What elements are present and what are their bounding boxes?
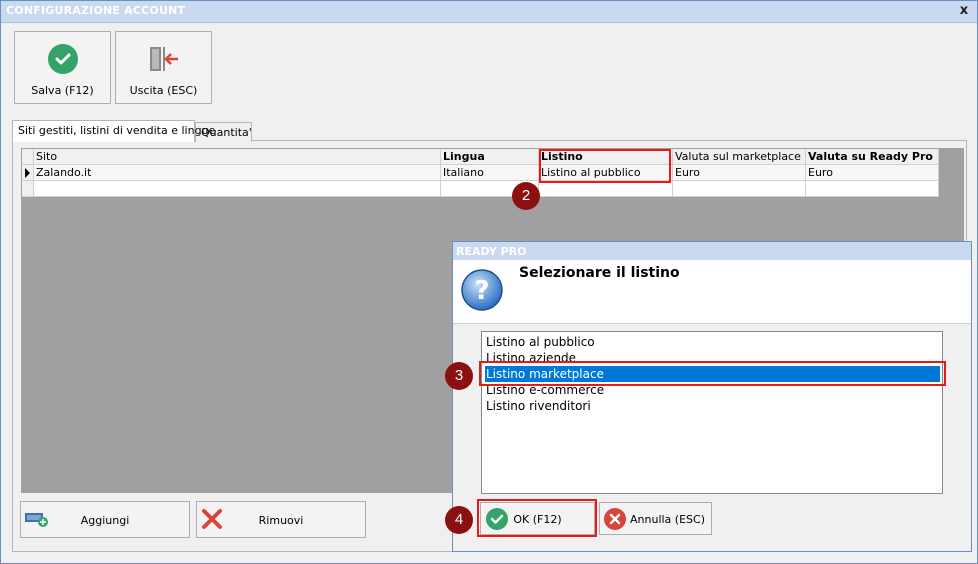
exit-button-label: Uscita (ESC)	[129, 84, 198, 97]
close-icon[interactable]: x	[955, 3, 973, 19]
svg-text:?: ?	[474, 276, 489, 306]
cancel-x-icon	[604, 508, 626, 530]
list-item[interactable]: Listino rivenditori	[485, 398, 940, 414]
exit-button[interactable]: Uscita (ESC)	[115, 31, 212, 104]
highlight-listino-column	[539, 149, 671, 183]
add-button[interactable]: Aggiungi	[20, 501, 190, 538]
list-item[interactable]: Listino al pubblico	[485, 334, 940, 350]
cell-valuta-marketplace[interactable]: Euro	[673, 165, 806, 181]
remove-button-label: Rimuovi	[258, 514, 304, 527]
sites-grid: Sito Lingua Listino Valuta sul marketpla…	[21, 148, 940, 198]
new-cell-valuta-ready-pro[interactable]	[806, 181, 939, 197]
column-header-sito[interactable]: Sito	[34, 149, 441, 165]
row-selector-arrow-icon[interactable]	[22, 165, 34, 181]
tab-siti-gestiti[interactable]: Siti gestiti, listini di vendita e lingu…	[12, 120, 215, 142]
highlight-selected-option	[479, 361, 946, 386]
grid-header-row: Sito Lingua Listino Valuta sul marketpla…	[22, 149, 939, 165]
cell-sito[interactable]: Zalando.it	[34, 165, 441, 181]
cancel-button-label: Annulla (ESC)	[630, 513, 705, 526]
dialog-prompt: Selezionare il listino	[519, 265, 680, 281]
column-header-valuta-marketplace[interactable]: Valuta sul marketplace	[673, 149, 806, 165]
exit-door-icon	[148, 44, 180, 74]
listino-listbox[interactable]: Listino al pubblico Listino aziende List…	[481, 331, 943, 494]
add-button-label: Aggiungi	[80, 514, 130, 527]
cell-lingua[interactable]: Italiano	[441, 165, 539, 181]
question-icon: ?	[460, 268, 504, 312]
window-title: CONFIGURAZIONE ACCOUNT	[6, 4, 186, 17]
dialog-title-bar	[453, 242, 971, 260]
new-row[interactable]	[22, 181, 939, 197]
highlight-ok-button	[477, 499, 597, 537]
checkmark-icon	[48, 44, 78, 74]
row-header-corner	[22, 149, 34, 165]
table-row[interactable]: Zalando.it Italiano Listino al pubblico …	[22, 165, 939, 181]
column-header-valuta-ready-pro[interactable]: Valuta su Ready Pro	[806, 149, 939, 165]
column-header-lingua[interactable]: Lingua	[441, 149, 539, 165]
cell-valuta-ready-pro[interactable]: Euro	[806, 165, 939, 181]
step-badge-4: 4	[445, 506, 473, 534]
save-button-label: Salva (F12)	[31, 84, 94, 97]
cancel-button[interactable]: Annulla (ESC)	[599, 502, 712, 535]
new-cell-valuta-marketplace[interactable]	[673, 181, 806, 197]
remove-button[interactable]: Rimuovi	[196, 501, 366, 538]
step-badge-2: 2	[512, 182, 540, 210]
dialog-title: READY PRO	[456, 245, 527, 258]
new-row-selector[interactable]	[22, 181, 34, 197]
new-cell-listino[interactable]	[539, 181, 673, 197]
step-badge-3: 3	[445, 362, 473, 390]
save-button[interactable]: Salva (F12)	[14, 31, 111, 104]
new-cell-sito[interactable]	[34, 181, 441, 197]
